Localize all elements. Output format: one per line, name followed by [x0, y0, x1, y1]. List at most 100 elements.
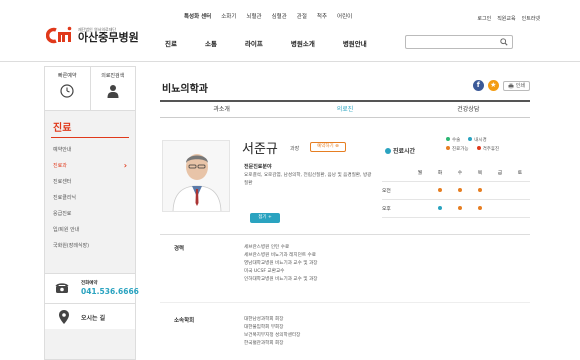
page-title: 비뇨의학과	[162, 84, 208, 95]
reserve-label: 예약하기	[317, 144, 334, 149]
sidebar-menu: 예약안내 진료과 › 진료센터 진료클리닉 응급진료 입/퇴원 안내 국화원(장례…	[45, 142, 135, 254]
career-label: 경력	[174, 246, 185, 252]
schedule-cell	[430, 187, 450, 194]
legend-label: 격주휴진	[482, 147, 500, 152]
chevron-right-icon: ›	[123, 161, 127, 170]
phone-number: 041.536.6666	[81, 287, 139, 296]
society-label: 소속학회	[174, 318, 195, 324]
mainnav-item-communication[interactable]: 소통	[205, 38, 217, 48]
collapse-label: 접기	[258, 215, 267, 220]
schedule-table: 월 화 수 목 금 토 오전 오후	[382, 164, 530, 218]
available-dot	[478, 187, 482, 192]
reserve-button[interactable]: 예약하기 ⊕	[310, 142, 346, 152]
staff-education-link[interactable]: 직원교육	[497, 15, 515, 22]
topnav-item[interactable]: 뇌혈관	[246, 12, 261, 20]
sidebar: 빠른예약 의료진검색 진료 예약안내 진료과 › 진료센터 진료클리닉 응급진료…	[44, 66, 139, 360]
day-header: 화	[437, 171, 443, 176]
sidebar-item-label: 입/퇴원 안내	[53, 227, 80, 233]
sidebar-item-departments[interactable]: 진료과 ›	[45, 158, 135, 174]
sidebar-item-funeral[interactable]: 국화원(장례식장)	[45, 238, 135, 254]
legend-dot	[468, 137, 473, 141]
day-header: 월	[417, 171, 423, 176]
doctor-name: 서준규	[242, 142, 278, 157]
tab-medical-staff[interactable]: 의료진	[283, 102, 406, 117]
topnav-item[interactable]: 특성화 센터	[184, 12, 211, 20]
legend-dot	[446, 146, 450, 150]
logo-title: 아산중무병원	[78, 31, 139, 44]
directions-link[interactable]: 오시는 길	[45, 303, 135, 329]
main-content: 비뇨의학과 f ★ 인쇄 과소개 의료진 건강상담 서준규 과장 예약하기 ⊕ …	[160, 66, 530, 360]
sidebar-item-emergency[interactable]: 응급진료	[45, 206, 135, 222]
schedule-cell	[430, 205, 450, 212]
sidebar-item-label: 진료클리닉	[53, 195, 77, 201]
sidebar-item-label: 응급진료	[53, 211, 72, 217]
schedule-cell	[470, 205, 490, 212]
day-header: 목	[477, 171, 483, 176]
main-nav: 진료 소통 라이프 병원소개 병원안내	[165, 38, 395, 48]
quick-reservation-button[interactable]: 빠른예약	[45, 67, 90, 110]
collapse-button[interactable]: 접기 +	[250, 213, 280, 223]
career-item: 미국 UCSF 교환교수	[244, 269, 285, 274]
logo-mark-icon	[45, 26, 74, 44]
directions-label: 오시는 길	[81, 315, 106, 322]
career-item: 인하대학교병원 비뇨기과 교수 및 과장	[244, 277, 318, 282]
sidebar-item-label: 예약안내	[53, 147, 72, 153]
search-input[interactable]	[405, 35, 513, 49]
society-item: 대한남성과학회 회장	[244, 317, 284, 322]
legend-item-biweekly-off: 격주휴진	[476, 145, 500, 154]
login-link[interactable]: 로그인	[477, 15, 491, 22]
print-button[interactable]: 인쇄	[502, 80, 530, 91]
map-pin-icon	[59, 310, 69, 324]
facebook-icon[interactable]: f	[472, 80, 484, 91]
society-item: 보건복지부지정 성의학센터장	[244, 333, 301, 338]
sidebar-item-clinics[interactable]: 진료클리닉	[45, 190, 135, 206]
society-item: 한국혈관과학회 회장	[244, 341, 284, 346]
quick-menu: 빠른예약 의료진검색	[45, 67, 135, 111]
topnav-item[interactable]: 척추	[317, 12, 327, 20]
specialty-text: 요로결석, 요로감염, 남성의학, 전립선질환, 음낭 및 음경질환, 방광질환	[244, 173, 372, 186]
section-divider	[160, 234, 530, 235]
schedule-legend: 수술 내시경 진료가능 격주휴진	[446, 136, 530, 154]
mainnav-item-life[interactable]: 라이프	[245, 38, 263, 48]
row-header: 오후	[382, 207, 391, 212]
sidebar-item-centers[interactable]: 진료센터	[45, 174, 135, 190]
doctor-icon	[107, 85, 119, 98]
schedule-cell	[450, 187, 470, 194]
legend-label: 수술	[452, 138, 461, 143]
tab-introduction[interactable]: 과소개	[160, 102, 283, 117]
doctor-search-label: 의료진검색	[101, 73, 125, 79]
mainnav-item-about[interactable]: 병원소개	[291, 38, 315, 48]
logo[interactable]: 재단법인 영서의료재단 아산중무병원	[45, 26, 139, 44]
topnav-item[interactable]: 어린이	[337, 12, 352, 20]
mainnav-item-guide[interactable]: 병원안내	[343, 38, 367, 48]
sidebar-item-admission[interactable]: 입/퇴원 안내	[45, 222, 135, 238]
topnav-item[interactable]: 소화기	[221, 12, 236, 20]
sidebar-item-reservation-guide[interactable]: 예약안내	[45, 142, 135, 158]
row-header: 오전	[382, 189, 391, 194]
available-dot	[458, 187, 462, 192]
legend-label: 내시경	[474, 138, 487, 143]
mainnav-item-clinic[interactable]: 진료	[165, 38, 177, 48]
available-dot	[478, 205, 482, 210]
schedule-row-afternoon: 오후	[382, 200, 530, 218]
printer-icon	[508, 83, 514, 88]
schedule-title: 진료시간	[385, 146, 415, 155]
doctor-search-button[interactable]: 의료진검색	[89, 67, 136, 110]
schedule-title-text: 진료시간	[393, 148, 416, 155]
career-item: 세브란스병원 비뇨기과 레지던트 수료	[244, 253, 317, 258]
available-dot	[458, 205, 462, 210]
clock-icon	[60, 84, 74, 98]
available-dot	[438, 187, 442, 192]
schedule-cell	[470, 187, 490, 194]
topnav-item[interactable]: 관절	[297, 12, 307, 20]
star-icon[interactable]: ★	[487, 80, 499, 91]
search-icon[interactable]	[500, 38, 508, 46]
topnav-item[interactable]: 심혈관	[272, 12, 287, 20]
legend-dot	[476, 146, 481, 150]
tab-health-consultation[interactable]: 건강상담	[407, 102, 530, 117]
day-header: 금	[497, 171, 503, 176]
legend-dot	[446, 137, 450, 141]
print-label: 인쇄	[515, 82, 525, 89]
intranet-link[interactable]: 인트라넷	[522, 15, 540, 22]
phone-reservation[interactable]: 전화예약 041.536.6666	[45, 273, 139, 303]
